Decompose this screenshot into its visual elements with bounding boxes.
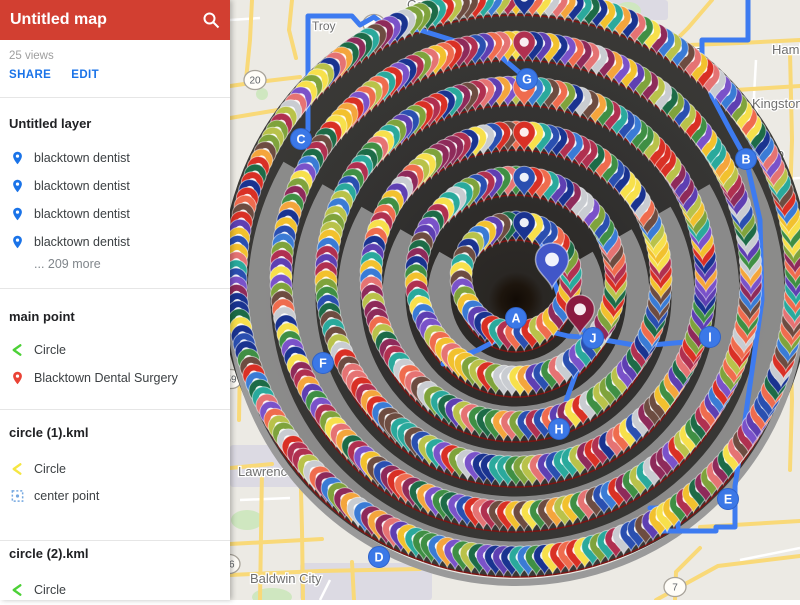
list-item[interactable]: Circle bbox=[10, 342, 66, 358]
edit-link[interactable]: EDIT bbox=[71, 69, 99, 81]
svg-text:J: J bbox=[590, 332, 597, 346]
list-item-label: blacktown dentist bbox=[34, 207, 130, 221]
divider bbox=[0, 540, 230, 541]
sidebar-panel: Untitled map 25 views SHARE EDIT Untitle… bbox=[0, 0, 230, 600]
map-pin-icon bbox=[10, 206, 25, 222]
map-place-label: Hamilton bbox=[772, 42, 800, 57]
svg-text:F: F bbox=[319, 357, 327, 371]
waypoint-B[interactable]: B bbox=[736, 149, 757, 170]
svg-text:H: H bbox=[554, 423, 563, 437]
waypoint-J[interactable]: J bbox=[583, 328, 604, 349]
waypoint-C[interactable]: C bbox=[291, 129, 312, 150]
list-item-label: Circle bbox=[34, 343, 66, 357]
waypoint-A[interactable]: A bbox=[506, 308, 527, 329]
map-canvas[interactable]: 2059567Country ClubTroyCameronHamiltonKi… bbox=[230, 0, 800, 600]
list-item[interactable]: Circle bbox=[10, 461, 66, 477]
waypoint-E[interactable]: E bbox=[718, 489, 739, 510]
list-item[interactable]: blacktown dentist bbox=[10, 206, 130, 222]
action-links: SHARE EDIT bbox=[9, 69, 99, 81]
list-item-label: blacktown dentist bbox=[34, 235, 130, 249]
share-link[interactable]: SHARE bbox=[9, 69, 51, 81]
layer-title-circle-2[interactable]: circle (2).kml bbox=[9, 546, 89, 561]
divider bbox=[0, 409, 230, 410]
divider bbox=[0, 288, 230, 289]
list-item[interactable]: center point bbox=[10, 488, 99, 504]
list-item[interactable]: blacktown dentist bbox=[10, 234, 130, 250]
waypoint-H[interactable]: H bbox=[549, 419, 570, 440]
divider bbox=[0, 97, 230, 98]
list-item[interactable]: blacktown dentist bbox=[10, 178, 130, 194]
views-count: 25 views bbox=[9, 50, 54, 62]
waypoint-D[interactable]: D bbox=[369, 547, 390, 568]
map-pin-icon bbox=[10, 150, 25, 166]
list-item[interactable]: Blacktown Dental Surgery bbox=[10, 370, 178, 386]
map-viewport[interactable]: 2059567Country ClubTroyCameronHamiltonKi… bbox=[230, 0, 800, 600]
polyline-icon bbox=[10, 342, 25, 358]
map-place-label: Troy bbox=[312, 19, 336, 33]
svg-text:I: I bbox=[708, 331, 711, 345]
route-shield-number: 59 bbox=[230, 375, 237, 386]
map-place-label: Kingston bbox=[752, 96, 800, 111]
map-pin-icon bbox=[10, 178, 25, 194]
polyline-icon bbox=[10, 461, 25, 477]
list-item-label: blacktown dentist bbox=[34, 179, 130, 193]
svg-text:E: E bbox=[724, 493, 732, 507]
more-items-link[interactable]: ... 209 more bbox=[34, 257, 101, 271]
waypoint-I[interactable]: I bbox=[700, 327, 721, 348]
map-pin-icon bbox=[10, 370, 25, 386]
route-shield-number: 20 bbox=[249, 76, 261, 87]
layer-title-circle-1[interactable]: circle (1).kml bbox=[9, 425, 89, 440]
layer-title-main-point[interactable]: main point bbox=[9, 309, 75, 324]
map-place-label: Baldwin City bbox=[250, 571, 322, 586]
list-item-label: Circle bbox=[34, 462, 66, 476]
svg-text:B: B bbox=[741, 153, 750, 167]
map-pin-icon bbox=[10, 234, 25, 250]
waypoint-F[interactable]: F bbox=[313, 353, 334, 374]
map-title-header: Untitled map bbox=[0, 0, 230, 40]
list-item-label: center point bbox=[34, 489, 99, 503]
waypoint-G[interactable]: G bbox=[517, 69, 538, 90]
list-item[interactable]: Circle bbox=[10, 582, 66, 598]
list-item-label: blacktown dentist bbox=[34, 151, 130, 165]
svg-text:D: D bbox=[374, 551, 383, 565]
route-shield-number: 7 bbox=[672, 583, 678, 594]
route-shield-number: 56 bbox=[230, 560, 235, 571]
svg-text:C: C bbox=[296, 133, 305, 147]
search-icon[interactable] bbox=[202, 11, 220, 29]
list-item-label: Circle bbox=[34, 583, 66, 597]
list-item-label: Blacktown Dental Surgery bbox=[34, 371, 178, 385]
page-title: Untitled map bbox=[10, 11, 202, 29]
list-item[interactable]: blacktown dentist bbox=[10, 150, 130, 166]
center-point-icon bbox=[10, 488, 25, 504]
layer-title-untitled-layer[interactable]: Untitled layer bbox=[9, 116, 91, 131]
polyline-icon bbox=[10, 582, 25, 598]
svg-text:A: A bbox=[511, 312, 520, 326]
svg-text:G: G bbox=[522, 73, 532, 87]
